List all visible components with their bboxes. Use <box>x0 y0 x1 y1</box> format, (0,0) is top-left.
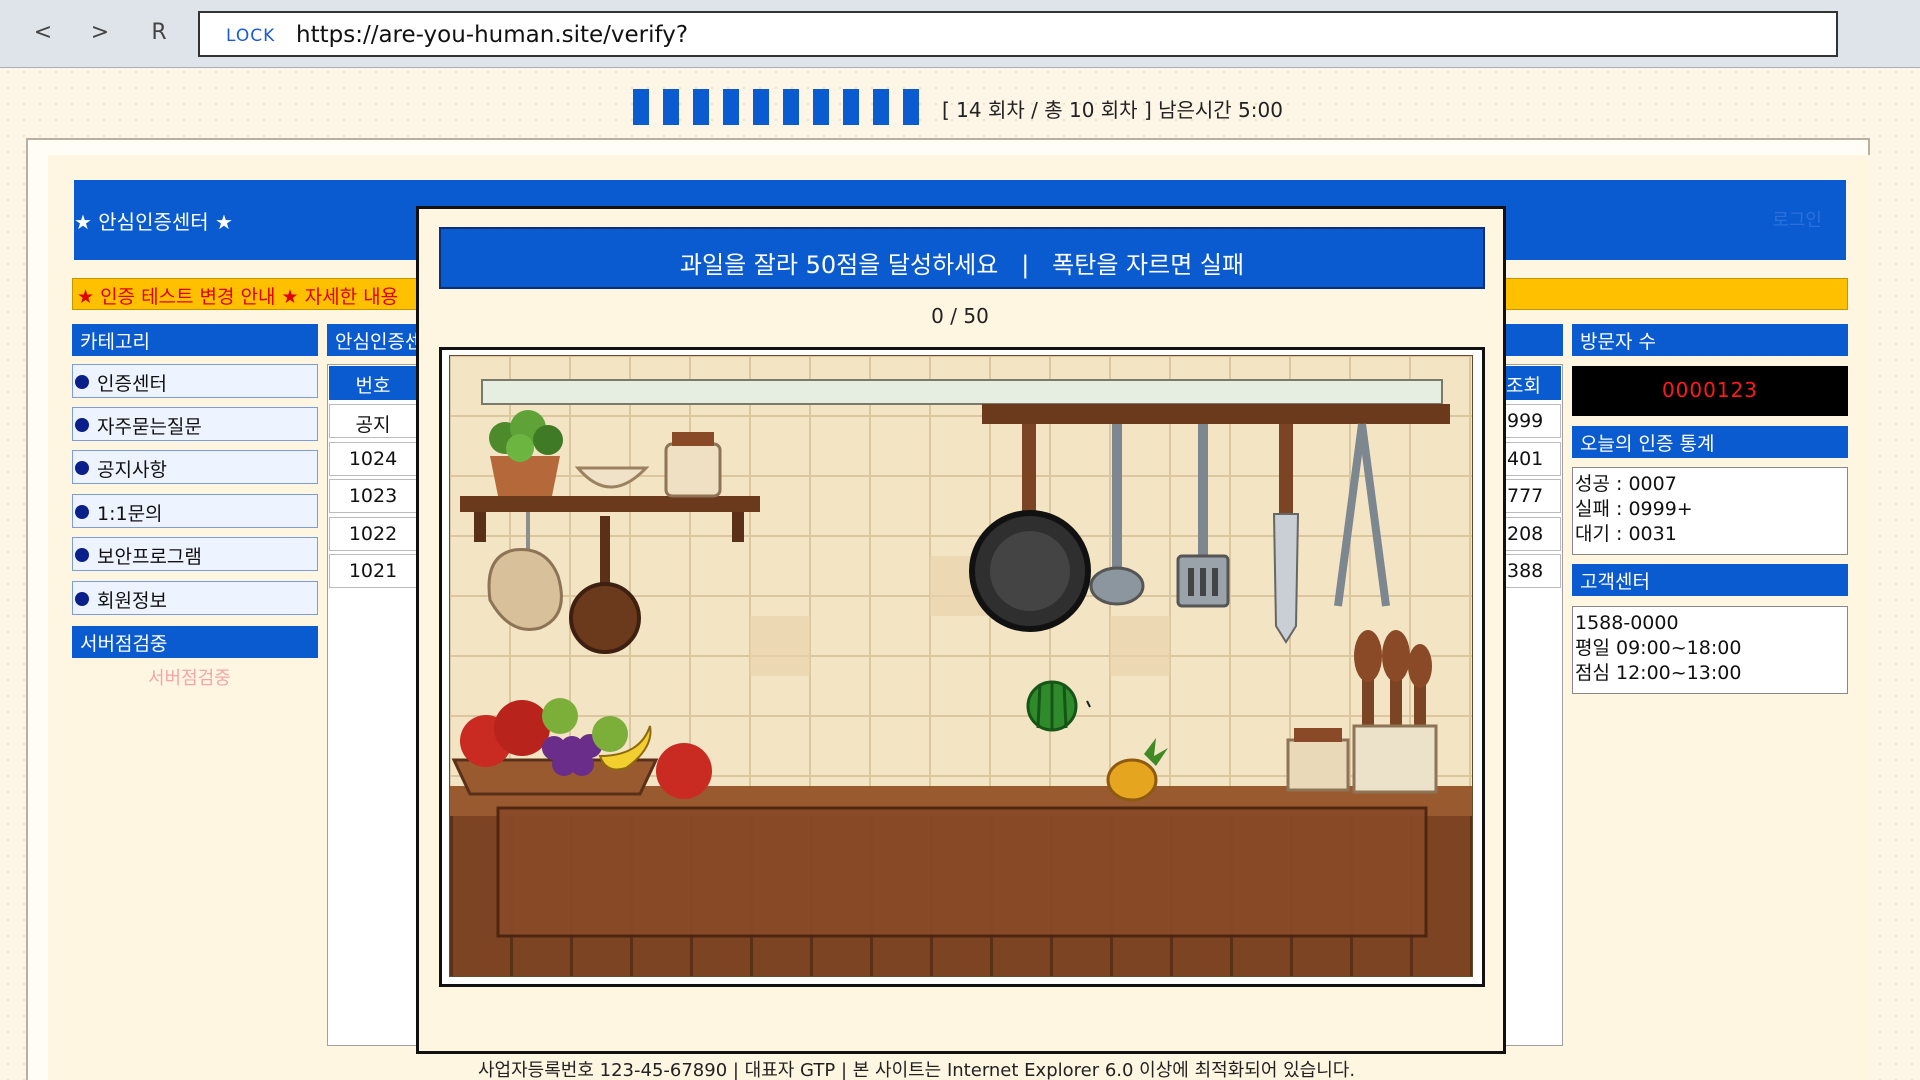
sidebar-item-inquiry[interactable]: 1:1문의 <box>72 494 318 528</box>
sidebar-item-cert-center[interactable]: 인증센터 <box>72 364 318 398</box>
canister-icon <box>1286 728 1350 792</box>
url-text[interactable]: https://are-you-human.site/verify? <box>296 22 688 48</box>
support-phone: 1588-0000 <box>1575 612 1679 634</box>
progress-segment <box>873 89 889 125</box>
round-timer-text: [ 14 회차 / 총 10 회차 ] 남은시간 5:00 <box>942 98 1283 122</box>
table-cell-views: 401 <box>1498 442 1561 476</box>
browser-toolbar: < > R LOCK https://are-you-human.site/ve… <box>0 0 1920 68</box>
visitor-counter: 0000123 <box>1572 366 1848 416</box>
wall-shelf <box>460 496 760 512</box>
bullet-icon <box>75 505 89 519</box>
category-heading: 카테고리 <box>72 324 318 356</box>
lock-icon: LOCK <box>226 26 276 46</box>
progress-segment <box>693 89 709 125</box>
sidebar-item-label: 회원정보 <box>97 590 167 612</box>
bullet-icon <box>75 592 89 606</box>
kitchen-scene <box>450 356 1472 976</box>
sidebar-item-label: 자주묻는질문 <box>97 416 202 438</box>
bullet-icon <box>75 461 89 475</box>
reload-icon[interactable]: R <box>142 14 176 52</box>
sidebar-item-maintenance[interactable]: 서버점검중 <box>72 626 318 658</box>
sidebar-item-label: 보안프로그램 <box>97 546 202 568</box>
stat-fail: 실패 : 0999+ <box>1575 498 1693 520</box>
jar-icon <box>664 432 722 498</box>
forward-icon[interactable]: > <box>83 14 117 52</box>
stat-pending: 대기 : 0031 <box>1575 523 1677 545</box>
utensil-rail <box>982 404 1450 424</box>
sidebar-item-label: 공지사항 <box>97 459 167 481</box>
site-logo[interactable]: ★ 안심인증센터 ★ <box>74 206 233 235</box>
sidebar-item-label: 1:1문의 <box>97 503 163 525</box>
cutting-board <box>496 806 1428 938</box>
sidebar-item-faq[interactable]: 자주묻는질문 <box>72 407 318 441</box>
address-bar[interactable]: LOCK https://are-you-human.site/verify? <box>198 11 1838 57</box>
stats-heading: 오늘의 인증 통계 <box>1572 426 1848 458</box>
support-box: 1588-0000 평일 09:00~18:00 점심 12:00~13:00 <box>1572 606 1848 694</box>
table-cell-number: 1021 <box>329 554 417 588</box>
column-header-views: 조회 <box>1498 366 1561 400</box>
modal-instruction: 과일을 잘라 50점을 달성하세요 | 폭탄을 자르면 실패 <box>439 227 1485 289</box>
progress-segment <box>753 89 769 125</box>
sidebar-item-label: 인증센터 <box>97 373 167 395</box>
table-cell-views: 388 <box>1498 554 1561 588</box>
sidebar-item-member[interactable]: 회원정보 <box>72 581 318 615</box>
progress-segment <box>843 89 859 125</box>
stats-box: 성공 : 0007 실패 : 0999+ 대기 : 0031 <box>1572 467 1848 555</box>
score-counter: 0 / 50 <box>931 304 989 328</box>
visitors-heading: 방문자 수 <box>1572 324 1848 356</box>
sidebar-item-security[interactable]: 보안프로그램 <box>72 537 318 571</box>
progress-segment <box>783 89 799 125</box>
support-heading: 고객센터 <box>1572 564 1848 596</box>
table-cell-views: 208 <box>1498 517 1561 551</box>
table-cell-number: 공지 <box>329 404 417 438</box>
table-cell-number: 1023 <box>329 479 417 513</box>
progress-segment <box>663 89 679 125</box>
maintenance-text: 서버점검중 <box>148 668 231 689</box>
game-canvas[interactable] <box>449 355 1473 977</box>
table-cell-views: 777 <box>1498 479 1561 513</box>
support-lunch: 점심 12:00~13:00 <box>1575 662 1742 684</box>
progress-segment <box>903 89 919 125</box>
table-cell-views: 999 <box>1498 404 1561 438</box>
support-hours: 평일 09:00~18:00 <box>1575 637 1742 659</box>
apple-icon <box>656 743 712 799</box>
bullet-icon <box>75 548 89 562</box>
stat-success: 성공 : 0007 <box>1575 473 1677 495</box>
round-progress-bar <box>633 89 919 125</box>
table-cell-number: 1022 <box>329 517 417 551</box>
bullet-icon <box>75 418 89 432</box>
column-header-number: 번호 <box>329 366 417 400</box>
back-icon[interactable]: < <box>26 14 60 52</box>
bullet-icon <box>75 375 89 389</box>
table-cell-number: 1024 <box>329 442 417 476</box>
watermelon-icon[interactable] <box>1026 680 1078 732</box>
site-footer: 사업자등록번호 123-45-67890 | 대표자 GTP | 본 사이트는 … <box>478 1060 1356 1080</box>
login-link[interactable]: 로그인 <box>1772 206 1822 232</box>
progress-segment <box>633 89 649 125</box>
progress-segment <box>813 89 829 125</box>
sidebar-item-notice[interactable]: 공지사항 <box>72 450 318 484</box>
progress-segment <box>723 89 739 125</box>
light-bar <box>481 379 1443 405</box>
spoon-jar-icon <box>1352 630 1438 794</box>
